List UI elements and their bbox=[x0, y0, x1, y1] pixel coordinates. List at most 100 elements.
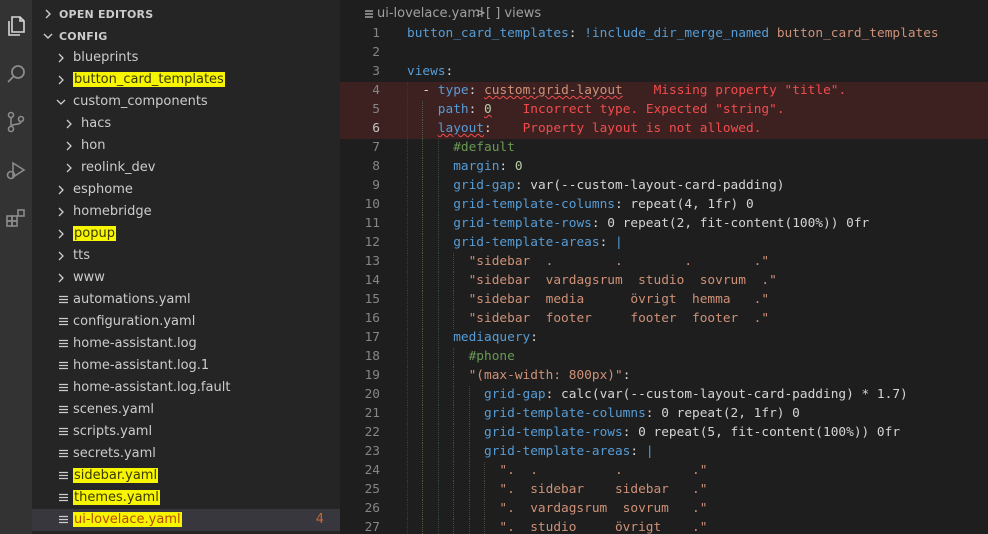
indent-guide bbox=[407, 82, 409, 101]
code-line[interactable]: 12 grid-template-areas: | bbox=[340, 234, 988, 253]
tree-file[interactable]: home-assistant.log.1 bbox=[32, 355, 340, 377]
tree-folder[interactable]: hacs bbox=[32, 113, 340, 135]
code-line[interactable]: 2 bbox=[340, 44, 988, 63]
indent-guide bbox=[453, 272, 455, 291]
file-lines-icon bbox=[59, 361, 68, 370]
indent-guide bbox=[437, 253, 440, 272]
tree-folder[interactable]: custom_components bbox=[32, 91, 340, 113]
code-line[interactable]: 16 "sidebar footer footer footer ." bbox=[340, 310, 988, 329]
editor: ui-lovelace.yaml > [ ] views 1 button_car… bbox=[340, 0, 988, 534]
tree-file[interactable]: scripts.yaml bbox=[32, 421, 340, 443]
code-line[interactable]: 26 ". vardagsrum sovrum ." bbox=[340, 500, 988, 519]
indent-guide bbox=[468, 481, 471, 500]
tree-item-label: configuration.yaml bbox=[73, 314, 196, 329]
tree-file[interactable]: home-assistant.log.fault bbox=[32, 377, 340, 399]
tree-file[interactable]: ui-lovelace.yaml 4 bbox=[32, 509, 340, 531]
code-line[interactable]: 6 layout: Property layout is not allowed. bbox=[340, 120, 988, 139]
indent-guide bbox=[453, 367, 455, 386]
code-line[interactable]: 13 "sidebar . . . ." bbox=[340, 253, 988, 272]
tree-folder[interactable]: popup bbox=[32, 223, 340, 245]
chevron-right-icon bbox=[66, 163, 72, 173]
line-number: 23 bbox=[364, 444, 380, 459]
code-line[interactable]: 8 margin: 0 bbox=[340, 158, 988, 177]
chevron-right-icon bbox=[58, 75, 64, 85]
code-line[interactable]: 20 grid-gap: calc(var(--custom-layout-car… bbox=[340, 386, 988, 405]
indent-guide bbox=[453, 253, 455, 272]
indent-guide bbox=[422, 500, 424, 519]
config-header[interactable]: CONFIG bbox=[32, 25, 340, 47]
code-line[interactable]: 19 "(max-width: 800px)": bbox=[340, 367, 988, 386]
code-line[interactable]: 7 #default bbox=[340, 139, 988, 158]
file-lines-icon bbox=[59, 515, 68, 524]
tree-file[interactable]: secrets.yaml bbox=[32, 443, 340, 465]
file-lines-icon bbox=[59, 383, 68, 392]
indent-guide bbox=[437, 215, 440, 234]
indent-guide bbox=[407, 462, 409, 481]
line-number: 18 bbox=[364, 349, 380, 364]
tree-folder[interactable]: reolink_dev bbox=[32, 157, 340, 179]
code-line[interactable]: 11 grid-template-rows: 0 repeat(2, fit-co… bbox=[340, 215, 988, 234]
tree-item-label: sidebar.yaml bbox=[73, 468, 159, 483]
breadcrumb-separator: > bbox=[475, 6, 486, 21]
code-line[interactable]: 24 ". . . ." bbox=[340, 462, 988, 481]
tree-file[interactable]: home-assistant.log bbox=[32, 333, 340, 355]
code-line[interactable]: 14 "sidebar vardagsrum studio sovrum ." bbox=[340, 272, 988, 291]
code-line[interactable]: 21 grid-template-columns: 0 repeat(2, 1fr… bbox=[340, 405, 988, 424]
indent-guide bbox=[437, 272, 440, 291]
indent-guide bbox=[407, 139, 409, 158]
code-line[interactable]: 23 grid-template-areas: | bbox=[340, 443, 988, 462]
indent-guide bbox=[468, 424, 471, 443]
code-line[interactable]: 9 grid-gap: var(--custom-layout-card-padd… bbox=[340, 177, 988, 196]
breadcrumb-file[interactable]: ui-lovelace.yaml bbox=[377, 6, 484, 21]
tree-folder[interactable]: tts bbox=[32, 245, 340, 267]
tree-file[interactable]: configuration.yaml bbox=[32, 311, 340, 333]
code-line[interactable]: 4 - type: custom:grid-layout Missing prop… bbox=[340, 82, 988, 101]
indent-guide bbox=[422, 272, 424, 291]
tree-folder[interactable]: button_card_templates bbox=[32, 69, 340, 91]
code-line[interactable]: 25 ". sidebar sidebar ." bbox=[340, 481, 988, 500]
tree-folder[interactable]: www bbox=[32, 267, 340, 289]
code-line[interactable]: 5 path: 0 Incorrect type. Expected "strin… bbox=[340, 101, 988, 120]
chevron-right-icon bbox=[58, 53, 64, 63]
code-line[interactable]: 22 grid-template-rows: 0 repeat(5, fit-co… bbox=[340, 424, 988, 443]
tree-item-label: reolink_dev bbox=[81, 160, 156, 175]
line-number: 25 bbox=[364, 482, 380, 497]
code-text: grid-template-columns: 0 repeat(2, 1fr) … bbox=[484, 406, 800, 421]
search-icon[interactable] bbox=[2, 60, 30, 88]
source-control-icon[interactable] bbox=[2, 108, 30, 136]
code-line[interactable]: 18 #phone bbox=[340, 348, 988, 367]
indent-guide bbox=[407, 234, 409, 253]
open-editors-header[interactable]: OPEN EDITORS bbox=[32, 3, 340, 25]
tree-file[interactable]: scenes.yaml bbox=[32, 399, 340, 421]
indent-guide bbox=[422, 519, 424, 534]
tree-item-label: www bbox=[73, 270, 105, 285]
extensions-icon[interactable] bbox=[2, 204, 30, 232]
tree-file[interactable]: themes.yaml bbox=[32, 487, 340, 509]
breadcrumb-symbol[interactable]: [ ] views bbox=[486, 6, 541, 21]
code-line[interactable]: 3 views: bbox=[340, 63, 988, 82]
line-number: 4 bbox=[372, 83, 380, 98]
tree-folder[interactable]: esphome bbox=[32, 179, 340, 201]
indent-guide bbox=[437, 348, 440, 367]
indent-guide bbox=[407, 177, 409, 196]
tree-folder[interactable]: blueprints bbox=[32, 47, 340, 69]
chevron-right-icon bbox=[45, 9, 51, 19]
indent-guide bbox=[437, 139, 440, 158]
code-line[interactable]: 1 button_card_templates: !include_dir_mer… bbox=[340, 25, 988, 44]
files-icon[interactable] bbox=[2, 12, 30, 40]
chevron-down-icon bbox=[56, 99, 66, 105]
line-number: 26 bbox=[364, 501, 380, 516]
tree-file[interactable]: automations.yaml bbox=[32, 289, 340, 311]
indent-guide bbox=[407, 348, 409, 367]
tree-folder[interactable]: homebridge bbox=[32, 201, 340, 223]
indent-guide bbox=[468, 500, 471, 519]
code-line[interactable]: 17 mediaquery: bbox=[340, 329, 988, 348]
code-line[interactable]: 15 "sidebar media övrigt hemma ." bbox=[340, 291, 988, 310]
code-text: path: 0 Incorrect type. Expected "string… bbox=[437, 102, 785, 117]
tree-folder[interactable]: hon bbox=[32, 135, 340, 157]
tree-file[interactable]: sidebar.yaml bbox=[32, 465, 340, 487]
code-line[interactable]: 10 grid-template-columns: repeat(4, 1fr) … bbox=[340, 196, 988, 215]
code-line[interactable]: 27 ". studio övrigt ." bbox=[340, 519, 988, 534]
run-debug-icon[interactable] bbox=[2, 156, 30, 184]
indent-guide bbox=[422, 462, 424, 481]
